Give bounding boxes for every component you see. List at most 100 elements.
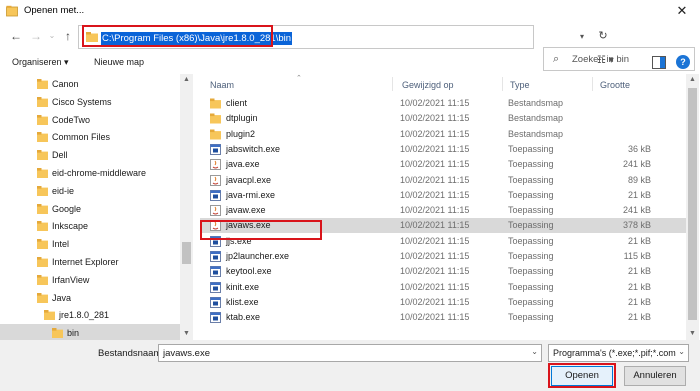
file-name[interactable]: jabswitch.exe [226,144,280,154]
nav-item[interactable]: Canon [0,75,180,93]
file-type: Toepassing [508,296,554,307]
file-name[interactable]: java.exe [226,159,260,169]
nav-item[interactable]: eid-chrome-middleware [0,164,180,182]
file-row[interactable]: client 10/02/2021 11:15 Bestandsmap [200,96,686,111]
nav-item[interactable]: Internet Explorer [0,253,180,271]
file-name[interactable]: keytool.exe [226,266,272,276]
file-row[interactable]: kinit.exe 10/02/2021 11:15 Toepassing 21 kB [200,280,686,295]
recent-locations-chevron-icon[interactable]: ⌄ [44,28,60,44]
file-modified: 10/02/2021 11:15 [400,266,470,277]
nav-item[interactable]: Google [0,200,180,218]
exe-icon [210,266,221,278]
column-type[interactable]: Type [510,80,530,90]
file-row[interactable]: keytool.exe 10/02/2021 11:15 Toepassing 21 … [200,264,686,279]
file-name[interactable]: client [226,98,247,108]
nav-item-label: bin [67,328,80,339]
file-modified: 10/02/2021 11:15 [400,128,470,139]
refresh-icon[interactable]: ↻ [596,29,610,43]
nav-item[interactable]: IrfanView [0,271,180,289]
nav-item-label: eid-ie [52,185,75,196]
navigation-scrollbar[interactable]: ▲ ▼ [180,74,193,340]
scrollbar-thumb[interactable] [688,88,697,320]
file-name[interactable]: java-rmi.exe [226,190,275,200]
organize-button[interactable]: Organiseren ▾ [12,57,69,68]
column-divider[interactable] [592,77,593,91]
view-options-icon[interactable]: ☷ ▾ [597,55,629,71]
scroll-down-icon[interactable]: ▼ [686,328,699,340]
folder-icon [37,292,48,303]
file-modified: 10/02/2021 11:15 [400,189,470,200]
file-name[interactable]: dtplugin [226,113,258,123]
file-type-dropdown-icon[interactable]: ⌄ [678,347,685,356]
new-folder-button[interactable]: Nieuwe map [94,57,144,67]
nav-item[interactable]: Intel [0,235,180,253]
address-dropdown-icon[interactable]: ▾ [575,30,589,44]
nav-item[interactable]: Cisco Systems [0,93,180,111]
column-modified[interactable]: Gewijzigd op [402,80,454,90]
nav-item[interactable]: bin [0,324,180,340]
close-icon[interactable]: ✕ [672,2,692,20]
nav-item[interactable]: CodeTwo [0,111,180,129]
scroll-up-icon[interactable]: ▲ [686,74,699,86]
file-row[interactable]: jabswitch.exe 10/02/2021 11:15 Toepassing 3… [200,142,686,157]
nav-item-label: Google [52,203,82,214]
column-size[interactable]: Grootte [600,80,630,90]
column-name[interactable]: Naam [210,80,234,90]
scroll-up-icon[interactable]: ▲ [180,74,193,86]
title-bar: Openen met... ✕ [0,0,700,22]
cancel-button[interactable]: Annuleren [624,366,686,386]
nav-item-label: Inkscape [52,221,89,232]
file-name[interactable]: javaw.exe [226,205,266,215]
nav-item[interactable]: Inkscape [0,217,180,235]
file-row[interactable]: javaw.exe 10/02/2021 11:15 Toepassing 241 k… [200,203,686,218]
file-row[interactable]: javacpl.exe 10/02/2021 11:15 Toepassing 89 … [200,173,686,188]
file-row[interactable]: java-rmi.exe 10/02/2021 11:15 Toepassing 21… [200,188,686,203]
forward-arrow-icon[interactable]: → [28,28,44,44]
file-modified: 10/02/2021 11:15 [400,296,470,307]
file-name[interactable]: javacpl.exe [226,175,271,185]
sort-indicator-icon: ⌃ [296,75,302,82]
file-type: Toepassing [508,266,554,277]
file-row[interactable]: ktab.exe 10/02/2021 11:15 Toepassing 21 kB [200,310,686,325]
nav-item[interactable]: Java [0,289,180,307]
nav-item[interactable]: eid-ie [0,182,180,200]
file-size: 21 kB [627,281,651,292]
folder-icon [37,203,48,214]
column-divider[interactable] [392,77,393,91]
file-size: 21 kB [627,312,651,323]
file-size: 378 kB [622,220,651,231]
file-row[interactable]: jp2launcher.exe 10/02/2021 11:15 Toepassin… [200,249,686,264]
preview-pane-icon[interactable] [652,56,666,69]
folder-icon [37,132,48,143]
back-arrow-icon[interactable]: ← [8,28,24,44]
folder-icon [37,239,48,250]
file-name[interactable]: ktab.exe [226,312,260,322]
scroll-down-icon[interactable]: ▼ [180,328,193,340]
file-name[interactable]: klist.exe [226,297,259,307]
file-modified: 10/02/2021 11:15 [400,235,470,246]
exe-icon [210,296,221,308]
file-type-select[interactable]: Programma's (*.exe;*.pif;*.com ⌄ [548,344,689,362]
folder-icon [210,98,221,109]
help-icon[interactable]: ? [676,55,690,69]
file-row[interactable]: dtplugin 10/02/2021 11:15 Bestandsmap [200,111,686,126]
file-size: 21 kB [627,266,651,277]
column-divider[interactable] [502,77,503,91]
file-row[interactable]: plugin2 10/02/2021 11:15 Bestandsmap [200,127,686,142]
scrollbar-thumb[interactable] [182,242,191,264]
file-name[interactable]: plugin2 [226,129,255,139]
file-type-value[interactable]: Programma's (*.exe;*.pif;*.com [553,348,676,358]
java-icon [210,159,221,171]
up-arrow-icon[interactable]: ↑ [60,28,76,44]
file-row[interactable]: java.exe 10/02/2021 11:15 Toepassing 241 kB [200,157,686,172]
filename-input[interactable]: javaws.exe ⌄ [158,344,542,362]
file-name[interactable]: jp2launcher.exe [226,251,289,261]
file-name[interactable]: kinit.exe [226,282,259,292]
nav-item[interactable]: Common Files [0,128,180,146]
filename-value[interactable]: javaws.exe [163,348,210,359]
filename-dropdown-icon[interactable]: ⌄ [531,347,538,356]
file-list-scrollbar[interactable]: ▲ ▼ [686,74,699,340]
nav-item[interactable]: Dell [0,146,180,164]
file-row[interactable]: klist.exe 10/02/2021 11:15 Toepassing 21 kB [200,295,686,310]
nav-item[interactable]: jre1.8.0_281 [0,306,180,324]
